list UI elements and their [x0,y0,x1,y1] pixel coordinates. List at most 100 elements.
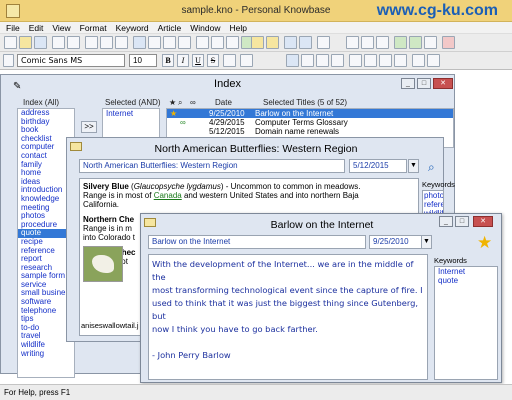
menu-article[interactable]: Article [158,22,182,34]
find-icon[interactable] [133,36,146,49]
keyword-list-icon[interactable] [424,36,437,49]
table-icon[interactable] [412,54,425,67]
cut-icon[interactable] [85,36,98,49]
close-button[interactable]: ✕ [433,78,453,89]
quote-article-body[interactable]: With the development of the Internet... … [148,254,428,380]
keywords-label: Keywords [434,256,467,265]
sort-icon[interactable]: ✎ [13,81,21,92]
style-icon[interactable] [3,54,14,67]
menu-help[interactable]: Help [230,22,247,34]
star-icon[interactable]: ★ [477,233,492,253]
menu-keyword[interactable]: Keyword [116,22,149,34]
numbering-icon[interactable] [364,54,377,67]
underline-button[interactable]: U [192,54,204,67]
bold-button[interactable]: B [162,54,174,67]
list-view-icon[interactable] [317,36,330,49]
selected-keywords-header: Selected (AND) [105,98,161,107]
maximize-button[interactable]: □ [455,216,469,227]
align-right-icon[interactable] [316,54,329,67]
new-icon[interactable] [4,36,17,49]
date-dropdown-button[interactable]: ▼ [421,235,432,249]
format-toolbar: Comic Sans MS 10 B I U S [0,52,512,70]
quote-article-window: Barlow on the Internet _ □ ✕ Barlow on t… [140,213,502,383]
attachment-column-icon[interactable]: ⌕ [178,97,182,108]
bullets-icon[interactable] [349,54,362,67]
date-dropdown-button[interactable]: ▼ [408,159,419,173]
keyword-assign-icon[interactable] [409,36,422,49]
attachment-icon[interactable]: ⌕ [428,160,435,175]
photo-caption: aniseswallowtail.j [81,321,139,330]
add-keyword-button[interactable]: >> [81,121,97,133]
selected-keyword-item[interactable]: Internet [103,109,159,118]
about-icon[interactable] [299,36,312,49]
titles-column-header[interactable]: Selected Titles (5 of 52) [263,97,347,108]
title-row[interactable]: ★ 9/25/2010 Barlow on the Internet [167,109,453,118]
copy-icon[interactable] [100,36,113,49]
tile-icon[interactable] [376,36,389,49]
star-icon[interactable] [266,36,279,49]
article-window-icon[interactable] [361,36,374,49]
print-preview-icon[interactable] [67,36,80,49]
title-row[interactable]: ∞ 4/29/2015 Computer Terms Glossary [167,118,453,127]
index-window-title: Index [214,78,241,90]
status-bar: For Help, press F1 [0,384,512,400]
outdent-icon[interactable] [379,54,392,67]
image-icon[interactable] [226,36,239,49]
folder-icon[interactable] [251,36,264,49]
menu-format[interactable]: Format [80,22,107,34]
spell-check-icon[interactable] [394,36,407,49]
main-toolbar [0,34,512,52]
butterfly-window-title: North American Butterflies: Western Regi… [154,143,358,155]
insert-line-icon[interactable] [427,54,440,67]
link-icon: ∞ [180,118,186,127]
menu-bar: File Edit View Format Keyword Article Wi… [0,22,512,34]
save-icon[interactable] [34,36,47,49]
article-title-field[interactable]: Barlow on the Internet [148,235,366,249]
title-row[interactable]: 5/12/2015 Domain name renewals [167,127,453,136]
menu-file[interactable]: File [6,22,20,34]
delete-icon[interactable] [442,36,455,49]
menu-edit[interactable]: Edit [29,22,44,34]
article-date-field[interactable]: 5/12/2015 [349,159,407,173]
keyword-item[interactable]: writing [18,349,74,359]
article-title-field[interactable]: North American Butterflies: Western Regi… [79,159,345,173]
minimize-button[interactable]: _ [401,78,415,89]
canada-link[interactable]: Canada [154,191,182,200]
justify-icon[interactable] [331,54,344,67]
redo-icon[interactable] [178,36,191,49]
menu-window[interactable]: Window [190,22,220,34]
italic-button[interactable]: I [177,54,189,67]
align-left-icon[interactable] [286,54,299,67]
app-title-bar: sample.kno - Personal Knowbase www.cg-ku… [0,0,512,22]
star-column-icon[interactable]: ★ [169,97,176,108]
keyword-list-header[interactable]: Index (All) [23,97,59,108]
font-size-select[interactable]: 10 [129,54,157,67]
print-icon[interactable] [52,36,65,49]
article-date-field[interactable]: 9/25/2010 [369,235,429,249]
close-button[interactable]: ✕ [473,216,493,227]
star-icon: ★ [170,109,178,118]
replace-icon[interactable] [148,36,161,49]
highlight-icon[interactable] [223,54,236,67]
date-column-header[interactable]: Date [215,97,232,108]
keywords-label: Keywords [422,180,455,189]
font-select[interactable]: Comic Sans MS [17,54,125,67]
strikethrough-button[interactable]: S [207,54,219,67]
menu-view[interactable]: View [52,22,70,34]
new-article-icon[interactable] [196,36,209,49]
minimize-button[interactable]: _ [439,216,453,227]
open-folder-icon[interactable] [19,36,32,49]
align-center-icon[interactable] [301,54,314,67]
butterfly-photo[interactable] [83,246,123,282]
index-window-icon[interactable] [346,36,359,49]
article-keywords-list[interactable]: Internet quote [434,266,498,380]
undo-icon[interactable] [163,36,176,49]
link-column-icon[interactable]: ∞ [190,97,196,108]
paste-icon[interactable] [115,36,128,49]
help-icon[interactable] [284,36,297,49]
font-color-icon[interactable] [240,54,253,67]
watermark: www.cg-ku.com [376,2,498,19]
indent-icon[interactable] [394,54,407,67]
article-icon[interactable] [211,36,224,49]
maximize-button[interactable]: □ [417,78,431,89]
